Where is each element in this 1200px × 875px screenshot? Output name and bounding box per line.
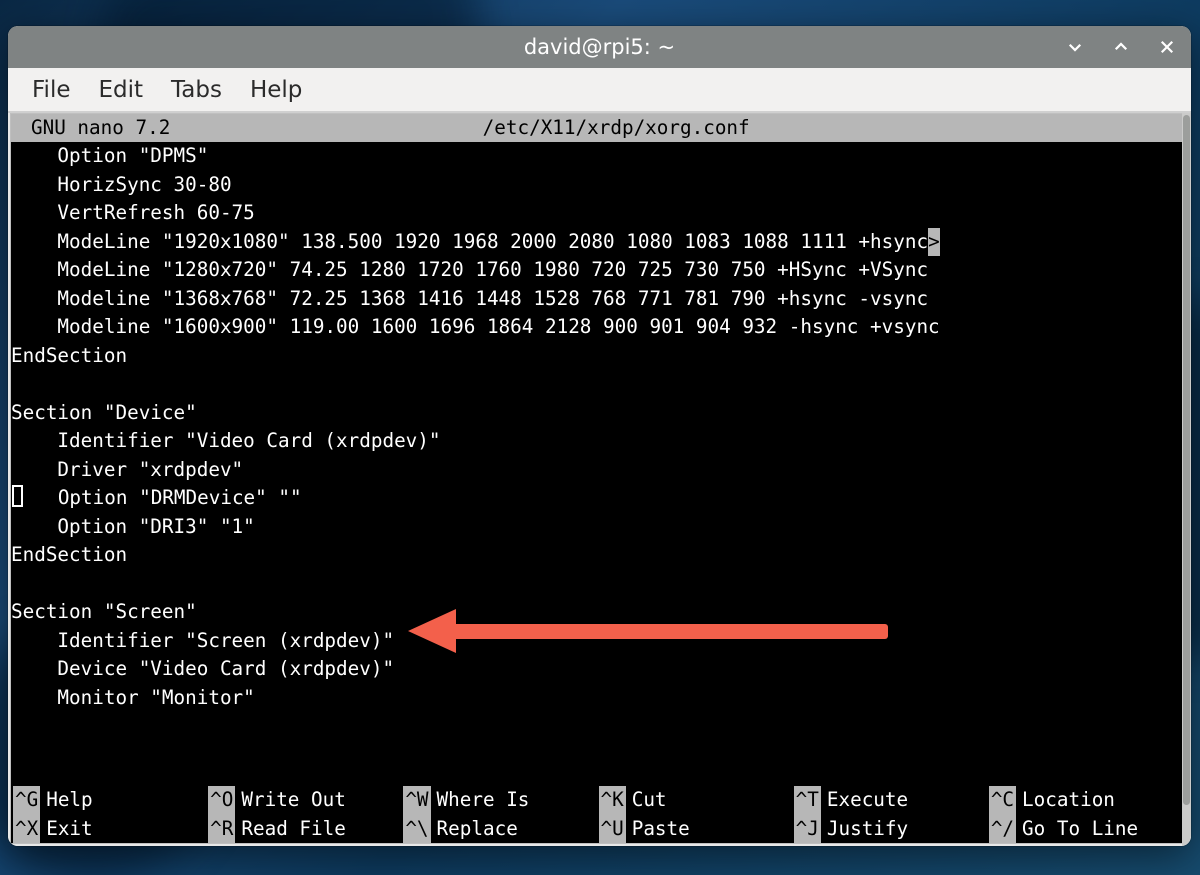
shortcut-label: Paste [632,815,690,844]
shortcut-key: ^/ [989,815,1016,844]
scrollbar[interactable] [1182,113,1191,846]
editor-line: Section "Device" [11,399,1182,428]
shortcut-label: Go To Line [1022,815,1138,844]
menu-help[interactable]: Help [240,73,312,107]
terminal-window: david@rpi5: ~ File Edit Tabs Help GNU na… [8,26,1191,846]
shortcut-key: ^W [403,786,430,815]
shortcut-exit: ^XExit [11,815,206,844]
shortcut-label: Write Out [241,786,345,815]
shortcut-paste: ^UPaste [597,815,792,844]
shortcut-label: Cut [632,786,667,815]
shortcut-justify: ^JJustify [792,815,987,844]
shortcut-where-is: ^WWhere Is [401,786,596,815]
editor-line: EndSection [11,342,1182,371]
editor-line: Option "DRMDevice" "" [11,484,1182,513]
shortcut-read-file: ^RRead File [206,815,401,844]
shortcut-label: Help [46,786,92,815]
nano-filepath: /etc/X11/xrdp/xorg.conf [170,114,1182,143]
editor-line: EndSection [11,541,1182,570]
editor-line [11,370,1182,399]
line-overflow-icon: > [928,228,940,257]
nano-titlebar: GNU nano 7.2 /etc/X11/xrdp/xorg.conf [11,114,1182,142]
shortcut-key: ^X [13,815,40,844]
shortcut-label: Read File [241,815,345,844]
menu-file[interactable]: File [22,73,81,107]
shortcut-key: ^\ [403,815,430,844]
editor-line: Identifier "Video Card (xrdpdev)" [11,427,1182,456]
window-title: david@rpi5: ~ [524,35,675,59]
titlebar[interactable]: david@rpi5: ~ [8,26,1191,68]
maximize-button[interactable] [1107,33,1135,61]
editor-line: Device "Video Card (xrdpdev)" [11,655,1182,684]
editor-line: ModeLine "1920x1080" 138.500 1920 1968 2… [11,228,1182,257]
editor-line: ModeLine "1280x720" 74.25 1280 1720 1760… [11,256,1182,285]
editor-line: Section "Screen" [11,598,1182,627]
shortcut-key: ^R [208,815,235,844]
shortcut-key: ^T [794,786,821,815]
shortcut-key: ^O [208,786,235,815]
shortcut-key: ^U [599,815,626,844]
editor-line: Option "DRI3" "1" [11,513,1182,542]
shortcut-key: ^G [13,786,40,815]
shortcut-key: ^J [794,815,821,844]
editor-content[interactable]: Option "DPMS" HorizSync 30-80 VertRefres… [11,142,1182,712]
shortcut-location: ^CLocation [987,786,1182,815]
nano-app-name: GNU nano 7.2 [11,114,170,143]
scrollbar-thumb[interactable] [1183,115,1190,805]
shortcut-go-to-line: ^/Go To Line [987,815,1182,844]
window-controls [1061,26,1181,68]
editor-line: Driver "xrdpdev" [11,456,1182,485]
editor-line: Identifier "Screen (xrdpdev)" [11,627,1182,656]
minimize-button[interactable] [1061,33,1089,61]
nano-shortcut-bar: ^GHelp^OWrite Out^WWhere Is^KCut^TExecut… [11,786,1182,843]
menubar: File Edit Tabs Help [8,68,1191,112]
shortcut-label: Location [1022,786,1115,815]
shortcut-label: Exit [46,815,92,844]
editor-line: VertRefresh 60-75 [11,199,1182,228]
shortcut-label: Where Is [437,786,530,815]
editor-line: Option "DPMS" [11,142,1182,171]
shortcut-execute: ^TExecute [792,786,987,815]
shortcut-label: Execute [827,786,908,815]
terminal[interactable]: GNU nano 7.2 /etc/X11/xrdp/xorg.conf Opt… [10,113,1183,844]
shortcut-key: ^K [599,786,626,815]
editor-line: Monitor "Monitor" [11,684,1182,713]
shortcut-label: Replace [437,815,518,844]
terminal-container: GNU nano 7.2 /etc/X11/xrdp/xorg.conf Opt… [8,112,1191,846]
shortcut-cut: ^KCut [597,786,792,815]
shortcut-label: Justify [827,815,908,844]
close-button[interactable] [1153,33,1181,61]
shortcut-key: ^C [989,786,1016,815]
editor-line [11,570,1182,599]
menu-tabs[interactable]: Tabs [161,73,232,107]
shortcut-write-out: ^OWrite Out [206,786,401,815]
menu-edit[interactable]: Edit [89,73,154,107]
editor-line: Modeline "1368x768" 72.25 1368 1416 1448… [11,285,1182,314]
shortcut-replace: ^\Replace [401,815,596,844]
cursor [12,485,23,507]
editor-line: HorizSync 30-80 [11,171,1182,200]
shortcut-help: ^GHelp [11,786,206,815]
editor-line: Modeline "1600x900" 119.00 1600 1696 186… [11,313,1182,342]
